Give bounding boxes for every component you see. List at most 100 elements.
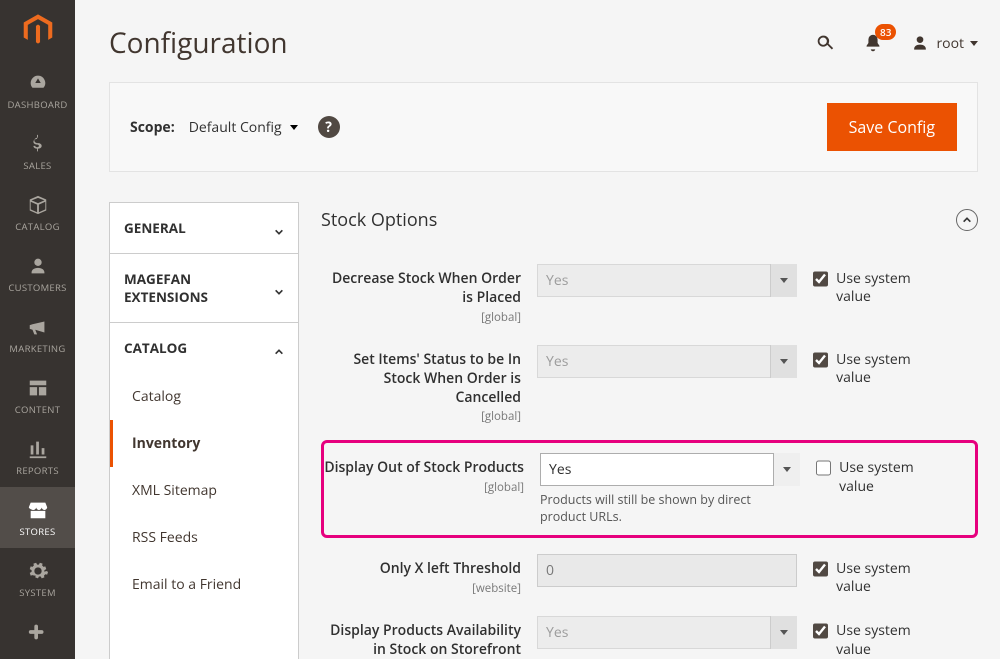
- field-label: Decrease Stock When Order is Placed: [321, 270, 521, 308]
- scope-bar: Scope: Default Config ? Save Config: [109, 82, 978, 172]
- field-label-col: Set Items' Status to be In Stock When Or…: [321, 345, 521, 425]
- nav-partners[interactable]: [0, 609, 75, 657]
- chevron-down-icon: [970, 41, 978, 46]
- section-head: Stock Options: [321, 202, 978, 254]
- display-availability-select: Yes: [537, 616, 797, 649]
- use-system-checkbox[interactable]: [813, 352, 828, 368]
- config-link-catalog[interactable]: Catalog: [110, 373, 298, 420]
- config-link-emailfriend[interactable]: Email to a Friend: [110, 561, 298, 608]
- chevron-down-icon: [274, 223, 284, 233]
- section-title[interactable]: Stock Options: [321, 208, 437, 232]
- chevron-up-icon: [274, 343, 284, 353]
- field-scope: [global]: [324, 480, 524, 495]
- field-label: Display Products Availability in Stock o…: [321, 622, 521, 659]
- config-section-label: CATALOG: [124, 339, 187, 357]
- scope-value: Default Config: [189, 118, 282, 137]
- nav-marketing[interactable]: MARKETING: [0, 304, 75, 365]
- config-link-rssfeeds[interactable]: RSS Feeds: [110, 514, 298, 561]
- chevron-down-icon: [274, 283, 284, 293]
- use-system-value-checkbox-wrap[interactable]: Use system value: [813, 616, 943, 658]
- save-config-button[interactable]: Save Config: [827, 103, 957, 151]
- notification-badge: 83: [875, 24, 896, 40]
- scope-label: Scope:: [130, 118, 175, 137]
- field-scope: [global]: [321, 310, 521, 325]
- field-scope: [global]: [321, 409, 521, 424]
- username: root: [936, 34, 964, 53]
- nav-dashboard[interactable]: DASHBOARD: [0, 60, 75, 121]
- set-instock-cancel-select: Yes: [537, 345, 797, 378]
- field-input-col: Yes: [537, 345, 797, 378]
- use-system-checkbox[interactable]: [816, 460, 831, 476]
- field-label-col: Decrease Stock When Order is Placed [glo…: [321, 264, 521, 325]
- use-system-label: Use system value: [836, 270, 943, 306]
- notifications-button[interactable]: 83: [862, 32, 884, 54]
- config-nav-items: Catalog Inventory XML Sitemap RSS Feeds …: [110, 373, 298, 608]
- top-actions: 83 root: [814, 32, 978, 54]
- display-oos-select[interactable]: Yes: [540, 453, 800, 486]
- field-only-x-left: Only X left Threshold [website] Use syst…: [321, 544, 978, 606]
- nav-label: CUSTOMERS: [0, 281, 75, 294]
- nav-reports[interactable]: REPORTS: [0, 426, 75, 487]
- use-system-checkbox[interactable]: [813, 271, 828, 287]
- nav-stores[interactable]: STORES: [0, 487, 75, 548]
- nav-sales[interactable]: SALES: [0, 121, 75, 182]
- use-system-checkbox[interactable]: [813, 623, 828, 639]
- gauge-icon: [0, 72, 75, 94]
- field-input-col: Yes Products will still be shown by dire…: [540, 453, 800, 525]
- config-link-xmlsitemap[interactable]: XML Sitemap: [110, 467, 298, 514]
- config-section-head-catalog[interactable]: CATALOG: [110, 323, 298, 373]
- config-section-head-general[interactable]: GENERAL: [110, 203, 298, 253]
- gear-icon: [0, 560, 75, 582]
- nav-system[interactable]: SYSTEM: [0, 548, 75, 609]
- content: GENERAL MAGEFAN EXTENSIONS CATALOG Catal…: [75, 202, 1000, 659]
- main-area: Configuration 83 root Scope: Default Con…: [75, 0, 1000, 659]
- chevron-down-icon: [290, 125, 298, 130]
- config-section-catalog: CATALOG Catalog Inventory XML Sitemap RS…: [110, 323, 298, 608]
- chevron-up-icon: [962, 215, 972, 225]
- nav-label: CONTENT: [0, 403, 75, 416]
- field-set-instock-cancel: Set Items' Status to be In Stock When Or…: [321, 335, 978, 435]
- layout-icon: [0, 377, 75, 399]
- store-icon: [0, 499, 75, 521]
- magento-logo[interactable]: [0, 0, 75, 60]
- collapse-toggle[interactable]: [956, 209, 978, 231]
- field-scope: [website]: [321, 581, 521, 596]
- nav-catalog[interactable]: CATALOG: [0, 182, 75, 243]
- scope-left: Scope: Default Config ?: [130, 116, 340, 138]
- use-system-label: Use system value: [836, 622, 943, 658]
- nav-label: STORES: [0, 525, 75, 538]
- field-decrease-stock: Decrease Stock When Order is Placed [glo…: [321, 254, 978, 335]
- use-system-label: Use system value: [836, 560, 943, 596]
- field-input-col: Yes: [537, 616, 797, 649]
- help-icon[interactable]: ?: [318, 116, 340, 138]
- config-link-inventory[interactable]: Inventory: [110, 420, 298, 467]
- field-label: Set Items' Status to be In Stock When Or…: [321, 351, 521, 408]
- person-icon: [0, 255, 75, 277]
- box-icon: [0, 194, 75, 216]
- use-system-value-checkbox-wrap[interactable]: Use system value: [816, 453, 946, 495]
- use-system-checkbox[interactable]: [813, 561, 828, 577]
- config-section-head-magefan[interactable]: MAGEFAN EXTENSIONS: [110, 254, 298, 322]
- decrease-stock-select: Yes: [537, 264, 797, 297]
- only-x-left-input: [537, 554, 797, 587]
- highlight-display-oos: Display Out of Stock Products [global] Y…: [321, 440, 978, 538]
- nav-content[interactable]: CONTENT: [0, 365, 75, 426]
- field-input-col: Yes: [537, 264, 797, 297]
- nav-label: MARKETING: [0, 342, 75, 355]
- user-menu[interactable]: root: [910, 33, 978, 53]
- scope-select[interactable]: Default Config: [189, 118, 298, 137]
- use-system-label: Use system value: [836, 351, 943, 387]
- config-section-general: GENERAL: [110, 203, 298, 254]
- field-label: Display Out of Stock Products: [324, 459, 524, 478]
- nav-customers[interactable]: CUSTOMERS: [0, 243, 75, 304]
- config-section-label: GENERAL: [124, 219, 186, 237]
- field-label-col: Display Products Availability in Stock o…: [321, 616, 521, 659]
- use-system-label: Use system value: [839, 459, 946, 495]
- use-system-value-checkbox-wrap[interactable]: Use system value: [813, 554, 943, 596]
- field-label-col: Only X left Threshold [website]: [321, 554, 521, 596]
- use-system-value-checkbox-wrap[interactable]: Use system value: [813, 345, 943, 387]
- config-section-magefan: MAGEFAN EXTENSIONS: [110, 254, 298, 323]
- config-nav: GENERAL MAGEFAN EXTENSIONS CATALOG Catal…: [109, 202, 299, 659]
- use-system-value-checkbox-wrap[interactable]: Use system value: [813, 264, 943, 306]
- search-button[interactable]: [814, 32, 836, 54]
